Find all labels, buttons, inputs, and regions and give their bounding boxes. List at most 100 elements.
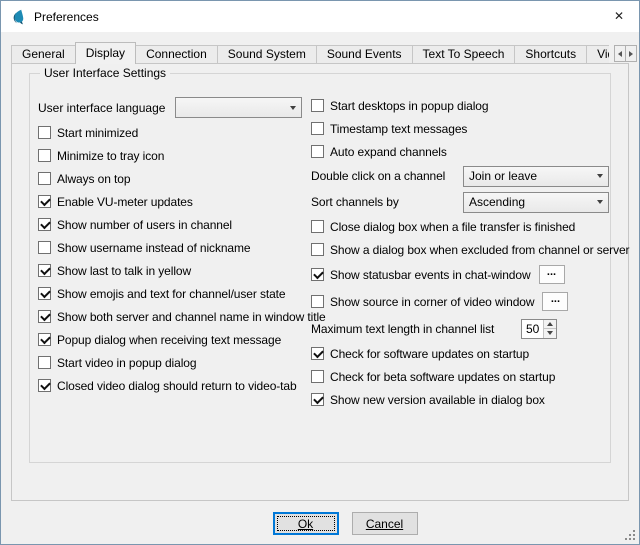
checkbox-show-last-to-talk-in-yellow[interactable] [38,264,51,277]
group-title: User Interface Settings [40,66,170,80]
tab-scroll [614,45,637,62]
combo-sort-channels-by[interactable]: Ascending [463,192,609,213]
preferences-window: Preferences ✕ GeneralDisplayConnectionSo… [0,0,640,545]
checkbox-check-for-beta-software-updates-on-startup[interactable] [311,370,324,383]
checkbox-row-check-for-software-updates-on-startup[interactable]: Check for software updates on startup [311,342,611,365]
field-row-maximum-text-length-in-channel-list: Maximum text length in channel list50 [311,315,611,342]
spin-down-button[interactable] [544,329,556,338]
checkbox-row-minimize-to-tray-icon[interactable]: Minimize to tray icon [38,144,306,167]
checkbox-row-timestamp-text-messages[interactable]: Timestamp text messages [311,117,611,140]
resize-grip-icon[interactable] [624,529,637,542]
chevron-down-icon [597,200,603,204]
spin-up-icon [547,322,553,326]
tab-sound-system[interactable]: Sound System [217,45,317,63]
tab-shortcuts[interactable]: Shortcuts [514,45,587,63]
checkbox-show-source-in-corner-of-video-window[interactable] [311,295,324,308]
spinner-maximum-text-length-in-channel-list[interactable]: 50 [521,319,557,339]
combo-double-click-on-a-channel-value: Join or leave [469,169,593,183]
checkbox-enable-vu-meter-updates[interactable] [38,195,51,208]
checkbox-always-on-top[interactable] [38,172,51,185]
checkbox-minimize-to-tray-icon[interactable] [38,149,51,162]
checkbox-row-show-source-in-corner-of-video-window[interactable]: Show source in corner of video window... [311,288,611,315]
chevron-down-icon [290,106,296,110]
checkbox-label: Show username instead of nickname [57,241,250,255]
checkbox-label: Show a dialog box when excluded from cha… [330,243,629,257]
checkbox-label: Show emojis and text for channel/user st… [57,287,286,301]
checkbox-label: Show last to talk in yellow [57,264,191,278]
checkbox-label: Start minimized [57,126,138,140]
checkbox-row-start-video-in-popup-dialog[interactable]: Start video in popup dialog [38,351,306,374]
checkbox-label: Check for software updates on startup [330,347,529,361]
checkbox-show-statusbar-events-in-chat-window[interactable] [311,268,324,281]
field-label-maximum-text-length-in-channel-list: Maximum text length in channel list [311,322,521,336]
language-row: User interface language [38,94,306,121]
chevron-down-icon [597,174,603,178]
spinner-value: 50 [522,320,543,338]
tab-text-to-speech[interactable]: Text To Speech [412,45,516,63]
language-combo[interactable] [175,97,302,118]
close-icon: ✕ [614,9,624,23]
tab-display[interactable]: Display [75,42,136,64]
checkbox-show-number-of-users-in-channel[interactable] [38,218,51,231]
checkbox-show-both-server-and-channel-name-in-window-title[interactable] [38,310,51,323]
checkbox-row-show-username-instead-of-nickname[interactable]: Show username instead of nickname [38,236,306,259]
field-label-sort-channels-by: Sort channels by [311,195,463,209]
checkbox-row-show-last-to-talk-in-yellow[interactable]: Show last to talk in yellow [38,259,306,282]
checkbox-label: Start desktops in popup dialog [330,99,488,113]
checkbox-show-a-dialog-box-when-excluded-from-channel-or-server[interactable] [311,243,324,256]
display-tab-panel: User Interface Settings User interface l… [11,63,629,501]
checkbox-row-start-desktops-in-popup-dialog[interactable]: Start desktops in popup dialog [311,94,611,117]
checkbox-row-show-new-version-available-in-dialog-box[interactable]: Show new version available in dialog box [311,388,611,411]
arrow-left-icon [618,51,622,57]
right-settings-list: Start desktops in popup dialog Timestamp … [311,94,611,411]
checkbox-show-new-version-available-in-dialog-box[interactable] [311,393,324,406]
checkbox-label: Timestamp text messages [330,122,467,136]
checkbox-label: Show number of users in channel [57,218,232,232]
checkbox-auto-expand-channels[interactable] [311,145,324,158]
checkbox-row-show-emojis-and-text-for-channel-user-state[interactable]: Show emojis and text for channel/user st… [38,282,306,305]
close-button[interactable]: ✕ [599,1,639,31]
checkbox-start-video-in-popup-dialog[interactable] [38,356,51,369]
tab-scroll-right-button[interactable] [625,45,637,62]
arrow-right-icon [629,51,633,57]
checkbox-row-show-a-dialog-box-when-excluded-from-channel-or-server[interactable]: Show a dialog box when excluded from cha… [311,238,611,261]
checkbox-start-desktops-in-popup-dialog[interactable] [311,99,324,112]
checkbox-row-show-both-server-and-channel-name-in-window-title[interactable]: Show both server and channel name in win… [38,305,306,328]
checkbox-label: Enable VU-meter updates [57,195,193,209]
checkbox-row-popup-dialog-when-receiving-text-message[interactable]: Popup dialog when receiving text message [38,328,306,351]
more-button-show-source-in-corner-of-video-window[interactable]: ... [542,292,568,311]
checkbox-row-close-dialog-box-when-a-file-transfer-is-finished[interactable]: Close dialog box when a file transfer is… [311,215,611,238]
checkbox-show-username-instead-of-nickname[interactable] [38,241,51,254]
cancel-button[interactable]: Cancel [352,512,418,535]
titlebar: Preferences ✕ [1,1,639,32]
tab-sound-events[interactable]: Sound Events [316,45,413,63]
spin-up-button[interactable] [544,320,556,330]
checkbox-row-enable-vu-meter-updates[interactable]: Enable VU-meter updates [38,190,306,213]
more-button-show-statusbar-events-in-chat-window[interactable]: ... [539,265,565,284]
combo-double-click-on-a-channel[interactable]: Join or leave [463,166,609,187]
checkbox-popup-dialog-when-receiving-text-message[interactable] [38,333,51,346]
checkbox-label: Show both server and channel name in win… [57,310,326,324]
checkbox-row-check-for-beta-software-updates-on-startup[interactable]: Check for beta software updates on start… [311,365,611,388]
checkbox-show-emojis-and-text-for-channel-user-state[interactable] [38,287,51,300]
tab-general[interactable]: General [11,45,76,63]
checkbox-row-auto-expand-channels[interactable]: Auto expand channels [311,140,611,163]
tab-connection[interactable]: Connection [135,45,218,63]
checkbox-label: Show statusbar events in chat-window [330,268,531,282]
spin-down-icon [547,331,553,335]
checkbox-row-start-minimized[interactable]: Start minimized [38,121,306,144]
checkbox-check-for-software-updates-on-startup[interactable] [311,347,324,360]
checkbox-row-show-number-of-users-in-channel[interactable]: Show number of users in channel [38,213,306,236]
left-checkbox-list: Start minimized Minimize to tray iconAlwa… [38,121,306,397]
checkbox-close-dialog-box-when-a-file-transfer-is-finished[interactable] [311,220,324,233]
checkbox-row-always-on-top[interactable]: Always on top [38,167,306,190]
checkbox-row-closed-video-dialog-should-return-to-video-tab[interactable]: Closed video dialog should return to vid… [38,374,306,397]
checkbox-closed-video-dialog-should-return-to-video-tab[interactable] [38,379,51,392]
checkbox-row-show-statusbar-events-in-chat-window[interactable]: Show statusbar events in chat-window... [311,261,611,288]
checkbox-label: Check for beta software updates on start… [330,370,555,384]
tab-video[interactable]: Video [586,45,609,63]
checkbox-timestamp-text-messages[interactable] [311,122,324,135]
ok-button[interactable]: Ok [273,512,339,535]
checkbox-start-minimized[interactable] [38,126,51,139]
field-row-sort-channels-by: Sort channels byAscending [311,189,611,215]
